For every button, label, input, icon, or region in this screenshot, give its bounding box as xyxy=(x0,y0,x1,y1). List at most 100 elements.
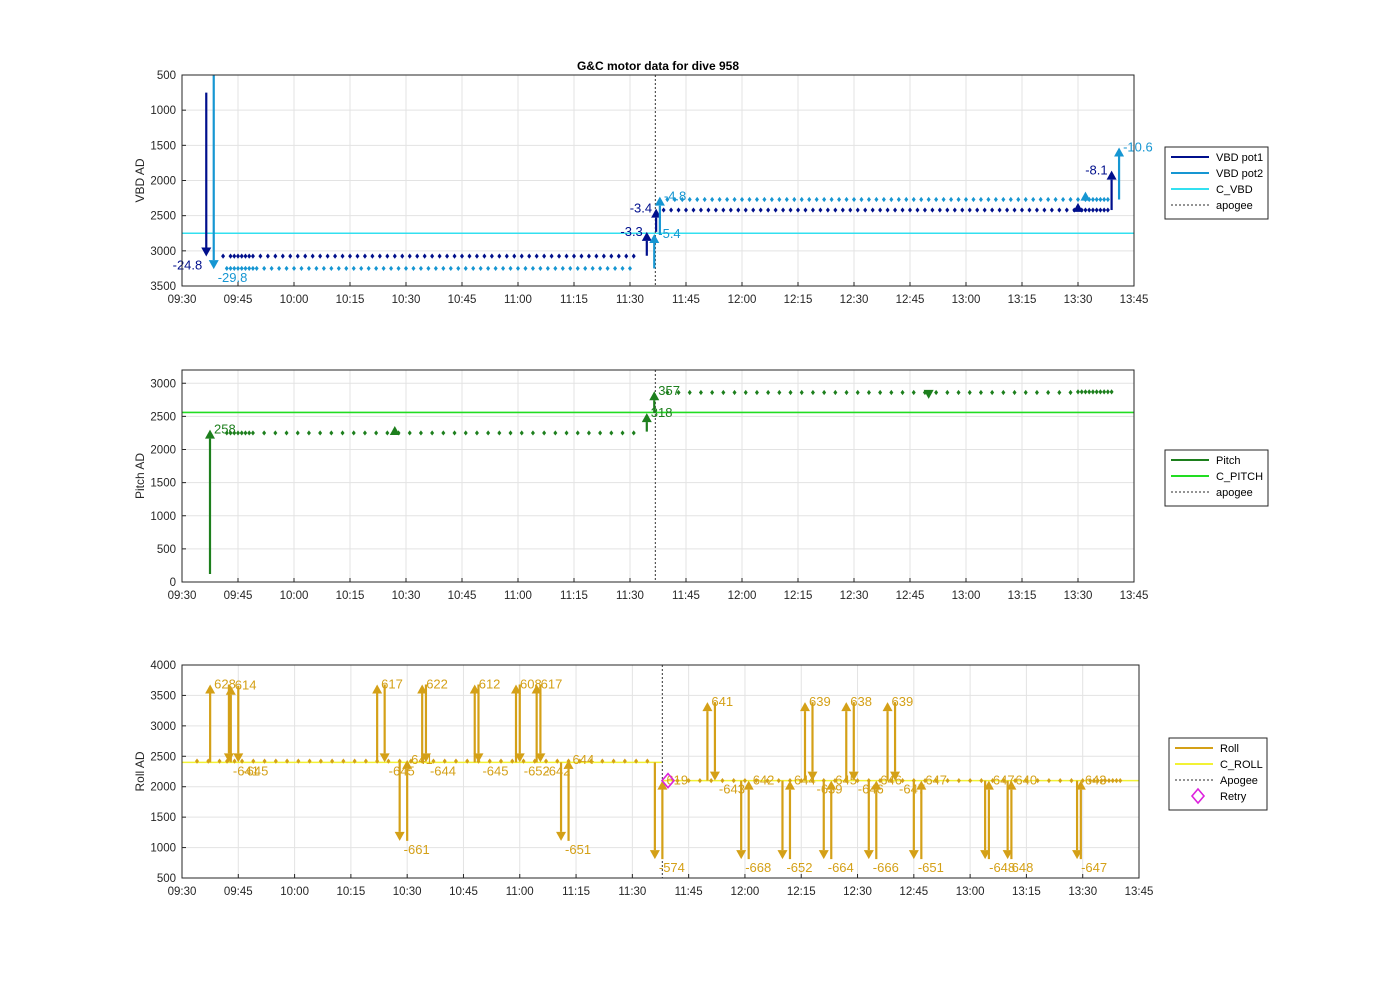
legend-label: apogee xyxy=(1216,200,1253,212)
figure: G&C motor data for dive 958 09:30 09:45 10… xyxy=(133,59,1269,898)
move-label: -652 xyxy=(786,860,812,875)
x-tick-label: 11:00 xyxy=(504,590,532,602)
x-tick-label: 10:30 xyxy=(392,590,421,602)
x-tick-label: 12:45 xyxy=(896,590,925,602)
x-tick-label: 11:00 xyxy=(504,294,532,306)
y-tick-label: 1500 xyxy=(150,140,176,152)
y-tick-label: 2500 xyxy=(150,211,176,223)
y-tick-label: 2000 xyxy=(150,445,176,457)
y-tick-label: 3000 xyxy=(150,721,176,733)
move-label: 612 xyxy=(479,676,501,691)
legend-label: Roll xyxy=(1220,743,1239,755)
x-tick-label: 13:30 xyxy=(1064,590,1093,602)
x-tick-label: 11:15 xyxy=(560,590,588,602)
y-tick-label: 500 xyxy=(157,544,176,556)
move-label: -651 xyxy=(918,860,944,875)
x-tick-label: 09:45 xyxy=(224,294,253,306)
move-label: -668 xyxy=(745,860,771,875)
y-tick-label: 1500 xyxy=(150,812,176,824)
x-tick-label: 09:45 xyxy=(224,590,253,602)
chart-panel-1: 09:30 09:45 10:00 10:15 10:30 10:45 11:00 11:15… xyxy=(133,70,1269,306)
x-tick-label: 13:45 xyxy=(1120,590,1149,602)
legend-label: C_ROLL xyxy=(1220,759,1263,771)
move-label: 617 xyxy=(541,676,563,691)
y-tick-label: 2000 xyxy=(150,782,176,794)
x-tick-label: 09:30 xyxy=(168,294,197,306)
move-label: 641 xyxy=(411,752,433,767)
move-label: -3.3 xyxy=(620,224,642,239)
x-tick-label: 12:00 xyxy=(728,590,757,602)
legend: Roll C_ROLL Apogee Retry xyxy=(1168,737,1268,811)
move-label: -644 xyxy=(430,763,456,778)
x-tick-label: 11:30 xyxy=(616,590,644,602)
y-tick-label: 0 xyxy=(170,577,176,589)
move-label: 648 xyxy=(1012,860,1034,875)
x-tick-label: 11:45 xyxy=(675,886,703,898)
x-tick-label: 10:00 xyxy=(280,294,309,306)
y-tick-label: 3500 xyxy=(150,690,176,702)
move-label: -24.8 xyxy=(173,257,203,272)
move-label: 357 xyxy=(658,383,680,398)
move-label: 622 xyxy=(426,676,448,691)
y-axis-label: Pitch AD xyxy=(133,453,147,499)
x-tick-label: 13:00 xyxy=(952,294,981,306)
legend: VBD pot1 VBD pot2 C_VBDapogee xyxy=(1164,146,1269,220)
chart-panel-3: 09:30 09:45 10:00 10:15 10:30 10:45 11:00 11:15… xyxy=(133,660,1268,898)
x-tick-label: 09:45 xyxy=(224,886,253,898)
move-label: -29.8 xyxy=(218,270,248,285)
x-tick-label: 12:00 xyxy=(728,294,757,306)
move-label: -10.6 xyxy=(1123,139,1153,154)
legend-label: VBD pot2 xyxy=(1216,168,1263,180)
y-tick-label: 500 xyxy=(157,873,176,885)
move-label: 647 xyxy=(925,773,947,788)
y-tick-label: 3000 xyxy=(150,378,176,390)
x-tick-label: 09:30 xyxy=(168,590,197,602)
figure-title: G&C motor data for dive 958 xyxy=(577,59,739,73)
x-tick-label: 10:30 xyxy=(393,886,422,898)
move-label: -645 xyxy=(242,763,268,778)
y-tick-label: 1000 xyxy=(150,511,176,523)
y-axis-label: Roll AD xyxy=(133,751,147,791)
move-label: -666 xyxy=(873,860,899,875)
x-tick-label: 10:00 xyxy=(280,590,309,602)
x-tick-label: 10:45 xyxy=(449,886,478,898)
move-label: -661 xyxy=(404,842,430,857)
x-tick-label: 13:00 xyxy=(956,886,985,898)
x-tick-label: 12:15 xyxy=(784,590,813,602)
x-tick-label: 12:30 xyxy=(840,590,869,602)
legend-label: C_PITCH xyxy=(1216,471,1263,483)
x-tick-label: 10:30 xyxy=(392,294,421,306)
x-tick-label: 09:30 xyxy=(168,886,197,898)
x-tick-label: 12:45 xyxy=(899,886,928,898)
y-tick-label: 3000 xyxy=(150,246,176,258)
x-tick-label: 13:45 xyxy=(1120,294,1149,306)
x-tick-label: 13:30 xyxy=(1064,294,1093,306)
y-tick-label: 1000 xyxy=(150,843,176,855)
move-label: 640 xyxy=(1015,773,1037,788)
x-tick-label: 11:00 xyxy=(506,886,534,898)
x-tick-label: 12:00 xyxy=(731,886,760,898)
x-tick-label: 13:45 xyxy=(1125,886,1154,898)
x-tick-label: 12:15 xyxy=(784,294,813,306)
x-tick-label: 13:30 xyxy=(1068,886,1097,898)
x-tick-label: 13:15 xyxy=(1008,294,1037,306)
legend-label: Pitch xyxy=(1216,455,1240,467)
move-label: -4.8 xyxy=(664,189,686,204)
legend-label: VBD pot1 xyxy=(1216,152,1263,164)
move-label: -8.1 xyxy=(1085,163,1107,178)
x-tick-label: 11:30 xyxy=(616,294,644,306)
chart-panel-2: 09:30 09:45 10:00 10:15 10:30 10:45 11:00 11:15… xyxy=(133,369,1269,602)
x-tick-label: 13:15 xyxy=(1012,886,1041,898)
legend-label: Apogee xyxy=(1220,775,1258,787)
x-tick-label: 12:15 xyxy=(787,886,816,898)
move-label: -647 xyxy=(1081,860,1107,875)
y-tick-label: 500 xyxy=(157,70,176,82)
y-tick-label: 3500 xyxy=(150,281,176,293)
move-label: 643 xyxy=(1085,773,1107,788)
x-tick-label: 11:45 xyxy=(672,590,700,602)
x-tick-label: 10:15 xyxy=(336,294,365,306)
move-label: 258 xyxy=(214,422,236,437)
y-tick-label: 2000 xyxy=(150,176,176,188)
move-label: 644 xyxy=(573,752,595,767)
x-tick-label: 11:45 xyxy=(672,294,700,306)
